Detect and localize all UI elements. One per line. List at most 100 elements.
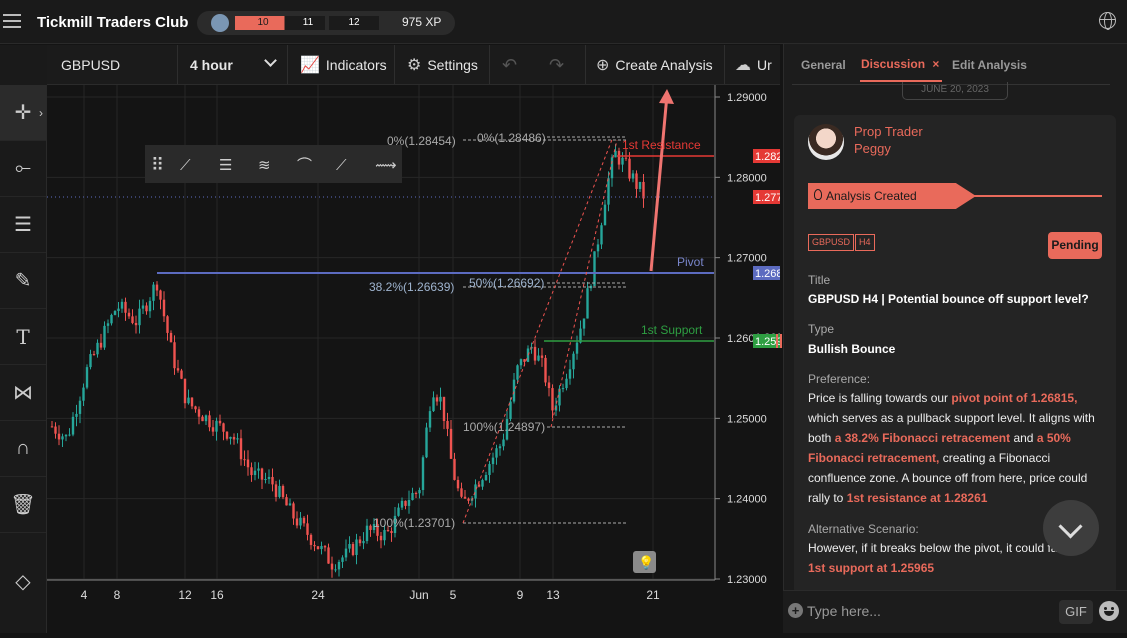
analysis-type: Bullish Bounce xyxy=(808,342,896,356)
candle-body xyxy=(274,484,278,497)
candle-body xyxy=(341,557,344,562)
plus-icon[interactable]: + xyxy=(788,603,803,618)
layers-tool[interactable]: ◇ xyxy=(0,553,46,609)
create-analysis-label: Create Analysis xyxy=(615,57,713,73)
lightbulb-icon xyxy=(814,189,822,200)
candle-body xyxy=(278,485,281,497)
gif-button[interactable]: GIF xyxy=(1059,600,1093,624)
candle-body xyxy=(533,346,537,361)
draw-fib-icon[interactable]: ☰ xyxy=(219,156,232,174)
candle-body xyxy=(68,434,71,436)
close-icon[interactable]: × xyxy=(932,57,939,71)
user-info[interactable]: Prop Trader Peggy xyxy=(854,123,923,157)
draw-channel-icon[interactable]: ≋ xyxy=(258,156,271,174)
text-tool[interactable]: T xyxy=(0,309,46,365)
candle-body xyxy=(551,388,554,411)
drawing-tools-sidebar: ✛ › ⟜ ☰ ✎ T ⋈ ∩ 🗑 ◇ xyxy=(0,85,47,633)
candle-body xyxy=(127,312,131,317)
tab-edit-analysis[interactable]: Edit Analysis xyxy=(952,58,1027,72)
rank-badge-icon xyxy=(211,14,229,32)
candle-body xyxy=(281,485,285,498)
draw-ray-icon[interactable]: ⟋ xyxy=(336,156,347,174)
scroll-down-button[interactable] xyxy=(1043,500,1099,556)
type-label: Type xyxy=(808,322,835,336)
panel-resize-handle[interactable] xyxy=(776,334,782,348)
resistance-label: 1st Resistance xyxy=(622,138,701,152)
indicators-label: Indicators xyxy=(325,57,387,73)
magnet-tool[interactable]: ∩ xyxy=(0,421,46,477)
undo-button[interactable]: ↶ xyxy=(490,45,537,84)
candle-body xyxy=(295,518,299,526)
pattern-tool[interactable]: ⋈ xyxy=(0,365,46,421)
price-chart[interactable]: 1st Resistance Pivot 1st Support 0%(1.28… xyxy=(47,85,795,633)
settings-button[interactable]: ⚙ Settings xyxy=(395,45,490,84)
lightbulb-icon: 💡 xyxy=(638,555,654,571)
date-tick-label: 13 xyxy=(546,588,560,602)
candle-body xyxy=(467,498,470,501)
event-banner-line xyxy=(958,195,1102,197)
price-axis[interactable] xyxy=(715,85,780,633)
candle-body xyxy=(330,563,334,570)
tab-discussion[interactable]: Discussion × xyxy=(861,57,939,71)
candle-body xyxy=(617,150,621,165)
candle-body xyxy=(463,496,467,499)
date-tick-label: 5 xyxy=(450,588,457,602)
globe-icon[interactable] xyxy=(1099,12,1116,30)
trend-line-icon: ⟜ xyxy=(15,157,31,179)
symbol-label: GBPUSD xyxy=(61,57,121,73)
candle-body xyxy=(211,427,215,432)
upload-label: Ur xyxy=(757,57,772,73)
pivot-label: Pivot xyxy=(677,255,704,269)
draw-segment-icon[interactable]: ⟋ xyxy=(180,156,191,174)
candle-body xyxy=(631,173,635,179)
symbol-selector[interactable]: GBPUSD xyxy=(47,45,178,84)
candle-body xyxy=(624,157,628,159)
alt-text-0: However, if it breaks below the pivot, i… xyxy=(808,541,1058,555)
chart-canvas[interactable]: 1st Resistance Pivot 1st Support 0%(1.28… xyxy=(47,85,795,633)
fib-tool[interactable]: ☰ xyxy=(0,197,46,253)
tab-general[interactable]: General xyxy=(801,58,846,72)
delete-tool[interactable]: 🗑 xyxy=(0,477,46,533)
candle-body xyxy=(257,468,260,471)
candle-body xyxy=(355,539,358,555)
candle-body xyxy=(239,438,243,460)
date-tick-label: 24 xyxy=(311,588,325,602)
redo-button[interactable]: ↷ xyxy=(537,45,586,84)
candle-body xyxy=(236,438,239,440)
menu-icon[interactable] xyxy=(3,14,21,28)
magnet-icon: ∩ xyxy=(15,437,31,459)
interval-dropdown[interactable]: 4 hour xyxy=(178,45,288,84)
candle-body xyxy=(82,387,85,401)
candle-body xyxy=(78,400,82,414)
candle-body xyxy=(425,427,428,458)
create-analysis-button[interactable]: ⊕ Create Analysis xyxy=(586,45,725,84)
candle-body xyxy=(243,459,246,461)
upload-button[interactable]: ☁ Ur xyxy=(725,45,780,84)
draw-curve-icon[interactable]: ⌒ xyxy=(297,156,312,174)
message-input[interactable] xyxy=(807,599,1047,623)
candle-body xyxy=(99,342,103,348)
candle-body xyxy=(152,284,155,301)
candle-body xyxy=(516,365,519,380)
candle-body xyxy=(229,436,232,439)
candle-body xyxy=(362,541,365,544)
title-label: Title xyxy=(808,273,831,287)
candle-body xyxy=(85,367,89,388)
indicators-button[interactable]: 📈 Indicators xyxy=(288,45,395,84)
candle-body xyxy=(383,530,386,541)
candle-body xyxy=(575,342,579,354)
price-tick-label: 1.24000 xyxy=(727,494,767,506)
draw-path-icon[interactable]: ⟿ xyxy=(375,156,397,174)
candle-body xyxy=(519,359,523,366)
event-flag: Analysis Created xyxy=(808,183,976,209)
candle-body xyxy=(586,288,589,319)
drag-handle-icon[interactable]: ⠿ xyxy=(151,155,164,176)
brush-tool[interactable]: ✎ xyxy=(0,253,46,309)
line-tool[interactable]: ⟜ xyxy=(0,141,46,197)
crosshair-tool[interactable]: ✛ › xyxy=(0,85,46,141)
cloud-upload-icon: ☁ xyxy=(735,57,751,74)
avatar[interactable] xyxy=(808,124,844,160)
emoji-icon[interactable] xyxy=(1099,601,1119,621)
candle-body xyxy=(446,421,449,429)
status-badge: Pending xyxy=(1048,232,1102,259)
